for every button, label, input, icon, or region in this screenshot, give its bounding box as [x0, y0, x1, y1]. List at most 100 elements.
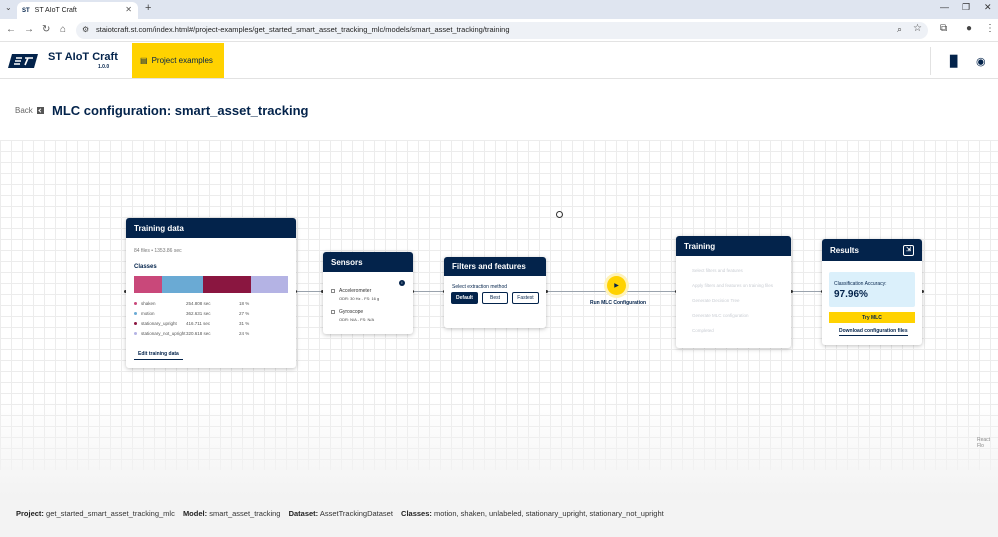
- class-distribution-bar: [134, 276, 288, 293]
- sensor-checkbox[interactable]: [331, 309, 335, 314]
- edge-training-sensors: [296, 291, 322, 292]
- sensor-name: Gyroscope: [339, 309, 364, 315]
- run-mlc-label: Run MLC Configuration: [590, 300, 647, 306]
- extraction-method-label: Select extraction method: [452, 284, 508, 290]
- new-tab-button[interactable]: +: [145, 2, 151, 14]
- class-duration: 320.618 sec: [186, 331, 211, 336]
- back-chevron-icon: [36, 107, 44, 114]
- back-arrow-icon[interactable]: ←: [6, 24, 16, 35]
- class-percent: 27 %: [239, 311, 250, 316]
- reload-icon[interactable]: ↻: [42, 24, 50, 35]
- tab-title: ST AIoT Craft: [34, 7, 77, 14]
- model-label: Model:: [182, 509, 208, 518]
- best-method-button[interactable]: Best: [482, 292, 508, 304]
- default-method-button[interactable]: Default: [451, 292, 478, 304]
- project-value: get_started_smart_asset_tracking_mlc: [46, 509, 175, 518]
- project-examples-icon: ▤: [140, 56, 148, 65]
- training-data-summary: 84 files • 1353.86 sec: [134, 248, 182, 254]
- class-bullet: [134, 332, 137, 335]
- url-text[interactable]: staiotcraft.st.com/index.html#/project-e…: [96, 25, 510, 34]
- edge-run-training: [626, 291, 676, 292]
- site-info-icon[interactable]: ⚙: [82, 25, 89, 34]
- browser-tab-bar: ⌄ ST ST AIoT Craft ✕ + — ❐ ✕: [0, 0, 998, 19]
- run-mlc-button[interactable]: ▶: [607, 276, 626, 295]
- close-tab-icon[interactable]: ✕: [125, 5, 132, 14]
- class-bar-segment: [161, 276, 204, 293]
- results-card[interactable]: Results ⇲ Classification Accuracy: 97.96…: [822, 239, 922, 345]
- app-header: ST AIoT Craft 1.0.0 ▤ Project examples ▉…: [0, 43, 998, 79]
- class-bullet: [134, 312, 137, 315]
- sensor-odr: ODR: N/A - FS: N/A: [339, 317, 375, 322]
- filters-features-card[interactable]: Filters and features Select extraction m…: [444, 257, 546, 328]
- minimize-icon[interactable]: —: [940, 2, 949, 12]
- mouse-cursor: [556, 211, 563, 218]
- class-percent: 24 %: [239, 331, 250, 336]
- training-step: Completed: [692, 328, 714, 333]
- st-logo-icon[interactable]: [8, 54, 38, 68]
- results-header: Results ⇲: [822, 239, 922, 261]
- browser-tab[interactable]: ST ST AIoT Craft ✕: [17, 2, 138, 19]
- forward-arrow-icon[interactable]: →: [24, 24, 34, 35]
- sensor-gyroscope[interactable]: Gyroscope ODR: N/A - FS: N/A: [331, 309, 374, 322]
- training-step: Generate MLC configuration: [692, 313, 749, 318]
- back-label: Back: [15, 106, 33, 115]
- bookmark-star-icon[interactable]: ☆: [913, 23, 922, 34]
- accuracy-value: 97.96%: [834, 289, 868, 300]
- training-data-card[interactable]: Training data 84 files • 1353.86 sec Cla…: [126, 218, 296, 368]
- address-bar: ← → ↻ ⌂ ⚙ staiotcraft.st.com/index.html#…: [0, 19, 998, 42]
- info-icon[interactable]: i: [399, 280, 405, 286]
- results-title: Results: [830, 245, 859, 255]
- back-link[interactable]: Back: [15, 106, 44, 115]
- classes-value: motion, shaken, unlabeled, stationary_up…: [433, 509, 664, 518]
- accuracy-label: Classification Accuracy:: [834, 281, 887, 287]
- edge-training-results: [791, 291, 822, 292]
- sensor-checkbox[interactable]: [331, 288, 335, 293]
- edit-training-data-button[interactable]: Edit training data: [134, 350, 183, 360]
- expand-results-icon[interactable]: ⇲: [903, 245, 914, 256]
- omnibox[interactable]: ⚙ staiotcraft.st.com/index.html#/project…: [76, 22, 928, 39]
- account-icon[interactable]: ◉: [976, 55, 986, 68]
- play-icon: ▶: [614, 283, 619, 289]
- class-duration: 254.808 sec: [186, 301, 211, 306]
- training-data-title: Training data: [126, 218, 296, 238]
- project-examples-label: Project examples: [151, 56, 213, 65]
- sensor-name: Accelerometer: [339, 288, 372, 294]
- download-config-link[interactable]: Download configuration files: [839, 328, 908, 336]
- dataset-value: AssetTrackingDataset: [319, 509, 393, 518]
- st-favicon-icon: ST: [22, 7, 30, 14]
- zoom-icon[interactable]: ⌕: [897, 24, 902, 35]
- sensors-title: Sensors: [323, 252, 413, 272]
- browser-menu-icon[interactable]: ⋮: [985, 23, 995, 34]
- project-info-footer: Project: get_started_smart_asset_trackin…: [16, 509, 664, 518]
- app-title: ST AIoT Craft: [48, 51, 118, 63]
- sensors-card[interactable]: Sensors i Accelerometer ODR: 30 Hz - FS:…: [323, 252, 413, 334]
- class-bullet: [134, 322, 137, 325]
- filters-title: Filters and features: [444, 257, 546, 276]
- training-card[interactable]: Training Select filters and features App…: [676, 236, 791, 348]
- react-flow-attribution[interactable]: React Flo: [977, 437, 998, 449]
- project-examples-button[interactable]: ▤ Project examples: [132, 43, 224, 78]
- sensor-accelerometer[interactable]: Accelerometer ODR: 30 Hz - FS: 16 g: [331, 288, 379, 301]
- edge-sensors-filters: [413, 291, 444, 292]
- home-icon[interactable]: ⌂: [60, 24, 66, 35]
- class-name: stationary_upright: [141, 321, 177, 326]
- training-step: Generate Decision Tree: [692, 298, 740, 303]
- classes-footer-label: Classes:: [401, 509, 432, 518]
- try-mlc-button[interactable]: Try MLC: [829, 312, 915, 323]
- class-bar-segment: [203, 276, 252, 293]
- accuracy-panel: Classification Accuracy: 97.96%: [829, 272, 915, 307]
- classes-label: Classes: [134, 264, 157, 270]
- class-name: stationary_not_upright: [141, 331, 186, 336]
- profile-icon[interactable]: ●: [966, 23, 972, 34]
- header-divider: [930, 47, 931, 75]
- class-percent: 31 %: [239, 321, 250, 326]
- close-window-icon[interactable]: ✕: [984, 2, 992, 13]
- class-bar-segment: [134, 276, 162, 293]
- extensions-icon[interactable]: ⧉: [940, 23, 947, 34]
- training-step: Apply filters and features on training f…: [692, 283, 774, 288]
- fastest-method-button[interactable]: Fastest: [512, 292, 539, 304]
- tab-list-icon[interactable]: ⌄: [5, 3, 12, 12]
- restore-icon[interactable]: ❐: [962, 2, 970, 13]
- app-version: 1.0.0: [98, 64, 110, 70]
- document-icon[interactable]: ▉: [950, 55, 958, 68]
